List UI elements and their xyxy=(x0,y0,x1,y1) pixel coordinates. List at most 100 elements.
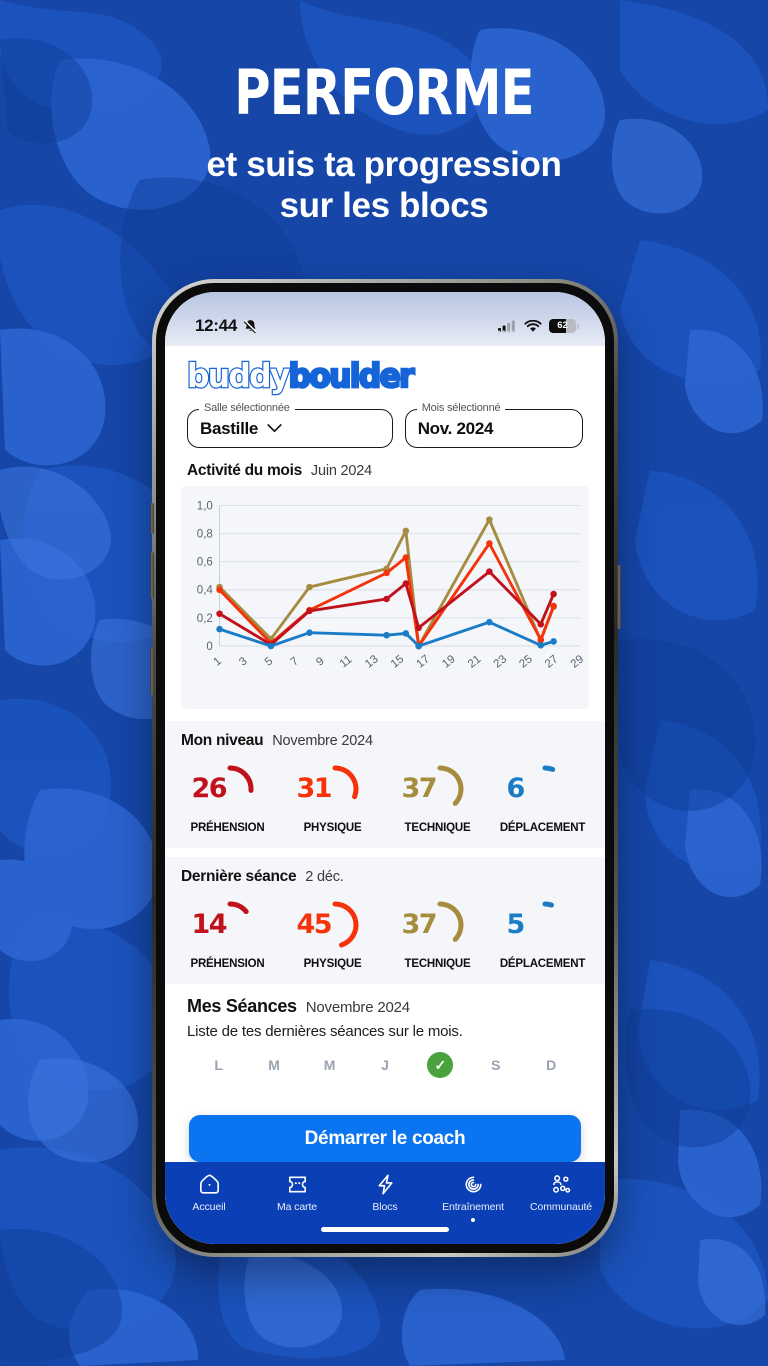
svg-text:0: 0 xyxy=(206,641,212,653)
status-time: 12:44 xyxy=(195,316,237,335)
svg-text:15: 15 xyxy=(389,653,406,670)
weekday-label[interactable]: S xyxy=(483,1057,509,1073)
nav-active-dot xyxy=(471,1218,475,1222)
gauge-physique: 45 PHYSIQUE xyxy=(280,896,385,970)
spiral-icon xyxy=(465,1176,482,1193)
phone-volume-down-button xyxy=(150,648,154,695)
sessions-section: Mes Séances Novembre 2024 Liste de tes d… xyxy=(165,984,605,1044)
promo-subhead-line2: sur les blocs xyxy=(279,186,489,226)
logo-text-buddy: buddy xyxy=(186,355,292,397)
mois-select[interactable]: Mois sélectionné Nov. 2024 xyxy=(404,402,583,448)
gauge-value: 26 xyxy=(191,773,228,804)
level-subtitle: Novembre 2024 xyxy=(272,733,373,749)
battery-indicator: 62 xyxy=(549,319,579,333)
nav-item-blocs[interactable]: Blocs xyxy=(341,1172,429,1213)
last-session-card: Dernière séance 2 déc. 14 PRÉHENSION 45 PHY… xyxy=(165,857,605,984)
weekday-strip: L M M J ✓ S D xyxy=(165,1044,605,1082)
gauge-label: TECHNIQUE xyxy=(404,958,471,970)
weekday-label[interactable]: J xyxy=(372,1057,398,1073)
svg-text:9: 9 xyxy=(314,655,326,668)
home-indicator xyxy=(321,1227,449,1232)
gauge-arc: 26 xyxy=(180,760,276,818)
gauge-value: 5 xyxy=(506,909,526,940)
weekday-label[interactable]: L xyxy=(206,1057,232,1073)
svg-text:25: 25 xyxy=(517,653,534,670)
activity-line-chart: 00,20,40,60,81,01 3 5 7 9 11 13 15 17 19 21 23 25 27 2… xyxy=(197,500,586,670)
last-session-title: Dernière séance xyxy=(181,868,297,885)
nav-item-accueil[interactable]: Accueil xyxy=(165,1172,253,1213)
gauge-value: 6 xyxy=(506,773,526,804)
nav-label-entrainement: Entraînement xyxy=(442,1201,504,1213)
svg-text:3: 3 xyxy=(237,655,249,668)
sessions-title: Mes Séances xyxy=(187,996,297,1016)
battery-percent-label: 62 xyxy=(557,320,568,331)
weekday-label[interactable]: D xyxy=(538,1057,564,1073)
svg-text:0,4: 0,4 xyxy=(197,585,214,597)
chevron-down-icon xyxy=(267,424,282,433)
level-card: Mon niveau Novembre 2024 26 PRÉHENSION 31 P… xyxy=(165,721,605,848)
promo-subhead-line1: et suis ta progression xyxy=(206,145,562,184)
promo-headline: PERFORME xyxy=(234,56,534,129)
sessions-description: Liste de tes dernières séances sur le mo… xyxy=(187,1023,463,1040)
status-bar: 12:44 62 xyxy=(165,292,605,346)
gauge-arc: 5 xyxy=(495,896,591,954)
nav-label-accueil: Accueil xyxy=(192,1201,226,1213)
community-icon xyxy=(552,1175,570,1193)
salle-select-label: Salle sélectionnée xyxy=(199,402,295,414)
svg-text:29: 29 xyxy=(569,653,586,670)
weekday-completed[interactable]: ✓ xyxy=(427,1052,454,1078)
svg-text:27: 27 xyxy=(543,653,560,670)
phone-volume-up-button xyxy=(150,552,154,599)
svg-text:13: 13 xyxy=(363,653,380,670)
svg-text:21: 21 xyxy=(466,653,483,670)
phone-power-button xyxy=(617,565,621,629)
gauge-arc: 37 xyxy=(390,896,486,954)
nav-item-communaute[interactable]: Communauté xyxy=(517,1172,605,1213)
gauge-value: 14 xyxy=(191,909,228,940)
gauge-déplacement: 6 DÉPLACEMENT xyxy=(490,760,595,834)
selector-row: Salle sélectionnée Bastille Mois sélecti… xyxy=(165,402,605,458)
salle-select[interactable]: Salle sélectionnée Bastille xyxy=(187,402,393,448)
gauge-arc: 45 xyxy=(285,896,381,954)
gauge-value: 37 xyxy=(401,909,438,940)
gauge-label: PRÉHENSION xyxy=(190,958,265,970)
weekday-label[interactable]: M xyxy=(261,1057,287,1073)
gauge-technique: 37 TECHNIQUE xyxy=(385,896,490,970)
gauge-label: PRÉHENSION xyxy=(190,822,265,834)
wifi-icon xyxy=(524,319,542,332)
gauge-arc: 14 xyxy=(180,896,276,954)
svg-text:0,8: 0,8 xyxy=(197,529,213,541)
last-session-subtitle: 2 déc. xyxy=(305,869,344,885)
gauge-value: 45 xyxy=(296,909,333,940)
gauge-arc: 37 xyxy=(390,760,486,818)
gauge-label: DÉPLACEMENT xyxy=(499,822,586,834)
bottom-navigation: Accueil Ma carte Blocs Entraînement Comm… xyxy=(165,1162,605,1244)
gauge-label: PHYSIQUE xyxy=(303,822,362,834)
phone-screen: 12:44 62 buddyboulder Salle sélectionnée… xyxy=(165,292,605,1244)
salle-select-value: Bastille xyxy=(200,418,259,438)
svg-text:0,6: 0,6 xyxy=(197,557,213,569)
gauge-label: DÉPLACEMENT xyxy=(499,958,586,970)
phone-mockup: 12:44 62 buddyboulder Salle sélectionnée… xyxy=(152,279,618,1257)
activity-title: Activité du mois xyxy=(187,462,302,479)
app-logo: buddyboulder xyxy=(165,346,605,403)
cellular-signal-icon xyxy=(498,320,515,332)
home-icon xyxy=(199,1174,219,1194)
sessions-subtitle: Novembre 2024 xyxy=(305,999,410,1016)
start-coach-button[interactable]: Démarrer le coach xyxy=(189,1115,581,1162)
weekday-label[interactable]: M xyxy=(317,1057,343,1073)
logo-text-boulder: boulder xyxy=(287,355,415,397)
nav-label-ma-carte: Ma carte xyxy=(276,1201,318,1213)
gauge-préhension: 14 PRÉHENSION xyxy=(175,896,280,970)
nav-item-ma-carte[interactable]: Ma carte xyxy=(253,1172,341,1213)
mois-select-label: Mois sélectionné xyxy=(416,402,506,414)
gauge-déplacement: 5 DÉPLACEMENT xyxy=(490,896,595,970)
nav-item-entrainement[interactable]: Entraînement xyxy=(429,1172,517,1222)
bell-muted-icon xyxy=(243,319,257,333)
level-title: Mon niveau xyxy=(181,732,264,749)
gauge-value: 37 xyxy=(401,773,438,804)
svg-text:23: 23 xyxy=(492,653,509,670)
bolt-icon xyxy=(377,1174,393,1195)
svg-text:0,2: 0,2 xyxy=(197,613,213,625)
activity-subtitle: Juin 2024 xyxy=(310,463,373,479)
